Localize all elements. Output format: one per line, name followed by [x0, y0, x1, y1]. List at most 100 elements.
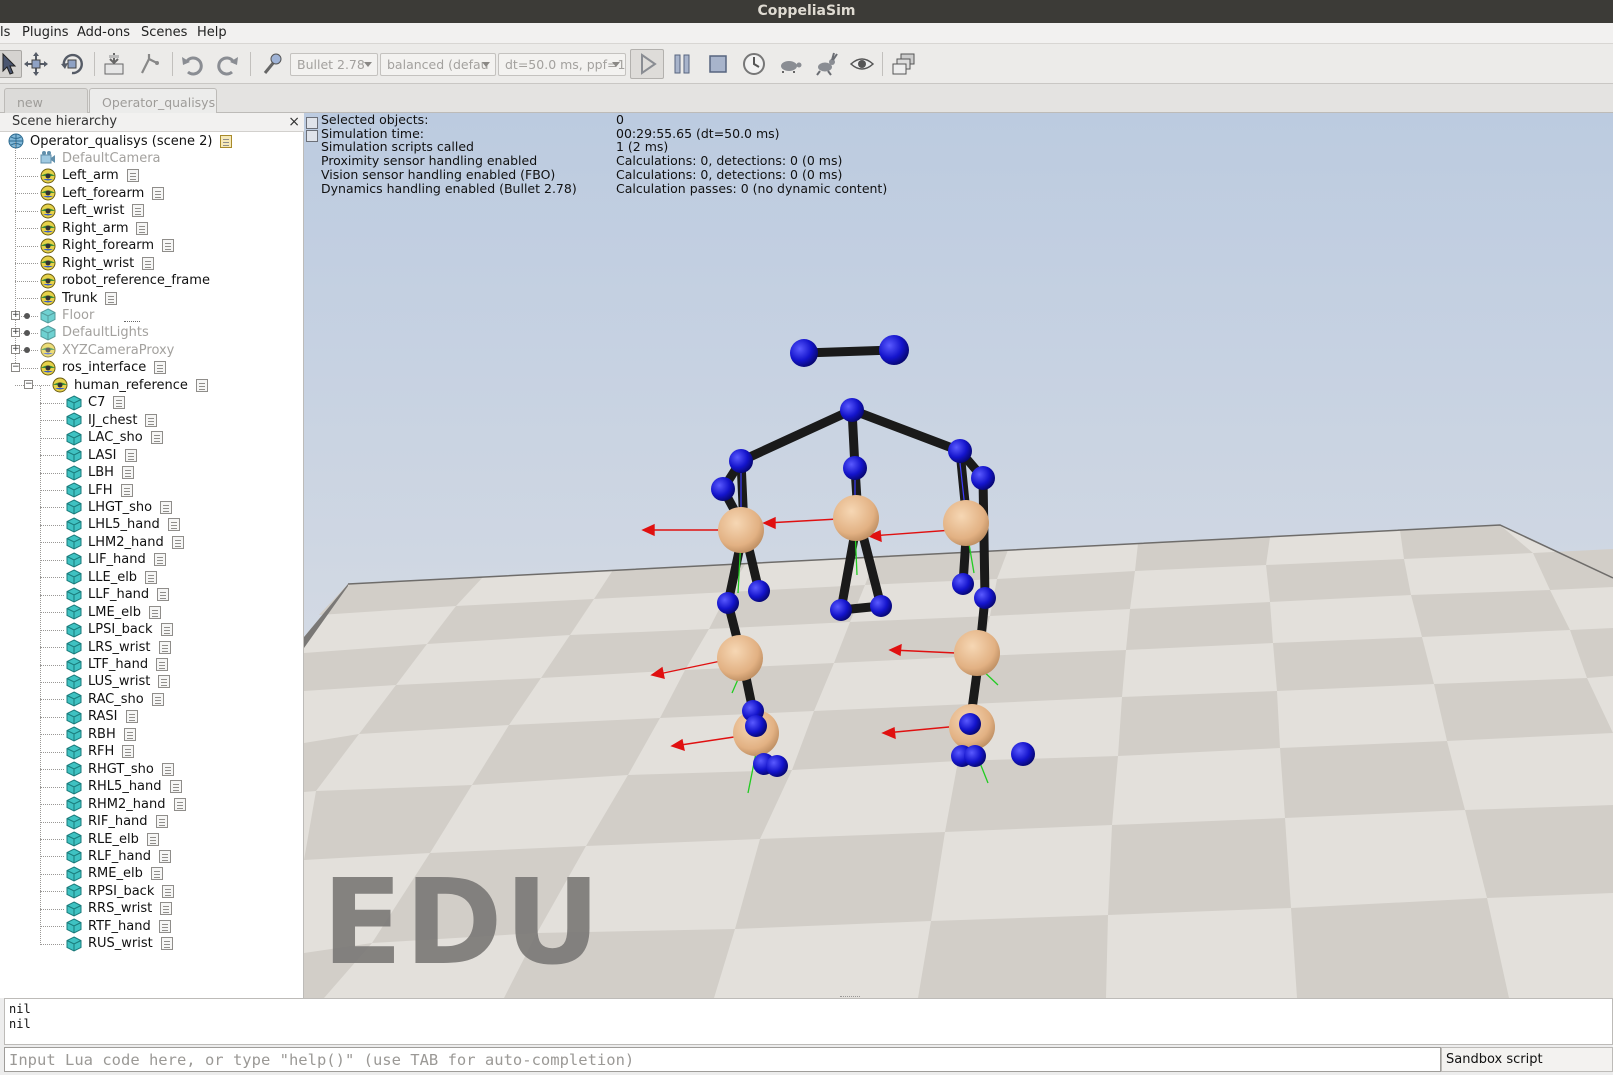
- tree-item[interactable]: human_reference: [52, 376, 208, 394]
- visualization-eye-icon[interactable]: [848, 50, 876, 78]
- child-script-icon[interactable]: [162, 884, 175, 898]
- tree-item[interactable]: LHL5_hand: [66, 516, 180, 534]
- tree-item[interactable]: DefaultLights: [40, 324, 149, 342]
- child-script-icon[interactable]: [142, 256, 155, 270]
- visibility-dot-icon[interactable]: [24, 312, 30, 319]
- child-script-icon[interactable]: [145, 413, 158, 427]
- child-script-icon[interactable]: [173, 797, 186, 811]
- tree-item[interactable]: LFH: [66, 481, 133, 499]
- tree-item[interactable]: RBH: [66, 725, 136, 743]
- scene-viewport[interactable]: Selected objects: 0 Simulation time: 00:29:…: [304, 113, 1613, 998]
- child-script-icon[interactable]: [158, 640, 171, 654]
- tree-item[interactable]: LME_elb: [66, 603, 162, 621]
- expand-icon[interactable]: +: [11, 345, 20, 355]
- visibility-dot-icon[interactable]: [24, 347, 30, 354]
- tree-item[interactable]: LASI: [66, 446, 137, 464]
- child-script-icon[interactable]: [160, 623, 173, 637]
- child-script-icon[interactable]: [162, 239, 175, 253]
- child-script-icon[interactable]: [153, 553, 166, 567]
- lua-command-input[interactable]: Input Lua code here, or type "help()" (u…: [4, 1047, 1441, 1072]
- tree-item[interactable]: LTF_hand: [66, 656, 169, 674]
- info-collapse-button[interactable]: [306, 117, 318, 129]
- child-script-icon[interactable]: [160, 500, 173, 514]
- tree-item[interactable]: LHM2_hand: [66, 533, 184, 551]
- undo-icon[interactable]: [178, 50, 206, 78]
- menu-scenes[interactable]: Scenes: [141, 25, 187, 40]
- assemble-icon[interactable]: [100, 50, 128, 78]
- child-script-icon[interactable]: [195, 378, 208, 392]
- child-script-icon[interactable]: [145, 570, 158, 584]
- child-script-icon[interactable]: [113, 396, 126, 410]
- tree-item[interactable]: ros_interface: [40, 359, 167, 377]
- tree-item[interactable]: RTF_hand: [66, 917, 171, 935]
- tree-item[interactable]: XYZCameraProxy: [40, 341, 174, 359]
- child-script-icon[interactable]: [160, 902, 173, 916]
- slow-down-turtle-icon[interactable]: [776, 50, 804, 78]
- tree-item[interactable]: LLE_elb: [66, 568, 158, 586]
- tree-item[interactable]: RIF_hand: [66, 813, 168, 831]
- child-script-icon[interactable]: [120, 483, 133, 497]
- transfer-dna-icon[interactable]: [136, 50, 164, 78]
- physics-engine-select[interactable]: Bullet 2.78: [290, 53, 378, 76]
- child-script-icon[interactable]: [155, 815, 168, 829]
- tree-item[interactable]: RHGT_sho: [66, 760, 174, 778]
- child-script-icon[interactable]: [121, 466, 134, 480]
- timestep-select[interactable]: dt=50.0 ms, ppf=1: [498, 53, 626, 76]
- object-translate-icon[interactable]: [22, 50, 50, 78]
- child-script-icon[interactable]: [160, 937, 173, 951]
- tree-item[interactable]: LAC_sho: [66, 429, 163, 447]
- tree-item[interactable]: RLF_hand: [66, 847, 171, 865]
- tree-item[interactable]: LPSI_back: [66, 621, 173, 639]
- tree-item[interactable]: Left_arm: [40, 167, 139, 185]
- redo-icon[interactable]: [214, 50, 242, 78]
- tree-item[interactable]: Right_arm: [40, 219, 149, 237]
- start-simulation-icon[interactable]: [630, 49, 664, 79]
- scene-windows-icon[interactable]: [890, 50, 918, 78]
- tree-item[interactable]: Right_wrist: [40, 254, 155, 272]
- child-script-icon[interactable]: [122, 745, 135, 759]
- stop-simulation-icon[interactable]: [704, 50, 732, 78]
- select-pointer-icon[interactable]: [0, 50, 22, 78]
- menu-tools[interactable]: ls: [0, 25, 10, 40]
- tree-item[interactable]: Right_forearm: [40, 237, 175, 255]
- expand-icon[interactable]: +: [11, 310, 20, 320]
- tree-item[interactable]: LUS_wrist: [66, 673, 171, 691]
- sandbox-script-select[interactable]: Sandbox script: [1441, 1047, 1613, 1072]
- tab-new-scene[interactable]: new scene: [4, 88, 88, 125]
- tree-item[interactable]: C7: [66, 394, 126, 412]
- child-script-icon[interactable]: [123, 727, 136, 741]
- info-toggle-button[interactable]: [306, 130, 318, 142]
- child-script-icon[interactable]: [151, 692, 164, 706]
- menu-addons[interactable]: Add-ons: [77, 25, 130, 40]
- child-script-icon[interactable]: [158, 919, 171, 933]
- pause-simulation-icon[interactable]: [668, 50, 696, 78]
- tree-item[interactable]: Left_forearm: [40, 184, 165, 202]
- close-icon[interactable]: ×: [288, 114, 300, 130]
- scene-script-icon[interactable]: [220, 134, 233, 148]
- tree-item[interactable]: Left_wrist: [40, 202, 145, 220]
- tree-item[interactable]: RME_elb: [66, 865, 163, 883]
- tree-item[interactable]: RUS_wrist: [66, 935, 173, 953]
- tree-root[interactable]: Operator_qualisys (scene 2): [8, 132, 233, 150]
- tree-item[interactable]: RLE_elb: [66, 830, 159, 848]
- tree-item[interactable]: RHL5_hand: [66, 778, 182, 796]
- child-script-icon[interactable]: [169, 780, 182, 794]
- child-script-icon[interactable]: [150, 431, 163, 445]
- visibility-dot-icon[interactable]: [24, 329, 30, 336]
- child-script-icon[interactable]: [167, 518, 180, 532]
- tree-item[interactable]: LIF_hand: [66, 551, 166, 569]
- tree-item[interactable]: RASI: [66, 708, 138, 726]
- child-script-icon[interactable]: [156, 658, 169, 671]
- speed-up-rabbit-icon[interactable]: [812, 50, 840, 78]
- tree-item[interactable]: robot_reference_frame: [40, 272, 210, 290]
- menu-help[interactable]: Help: [197, 25, 227, 40]
- collapse-icon[interactable]: −: [24, 380, 33, 390]
- child-script-icon[interactable]: [105, 291, 118, 305]
- engine-wand-icon[interactable]: [258, 50, 286, 78]
- child-script-icon[interactable]: [150, 867, 163, 881]
- child-script-icon[interactable]: [157, 588, 170, 602]
- menu-plugins[interactable]: Plugins: [22, 25, 69, 40]
- child-script-icon[interactable]: [154, 361, 167, 375]
- tree-item[interactable]: DefaultCamera: [40, 149, 161, 167]
- collapse-icon[interactable]: −: [11, 362, 20, 372]
